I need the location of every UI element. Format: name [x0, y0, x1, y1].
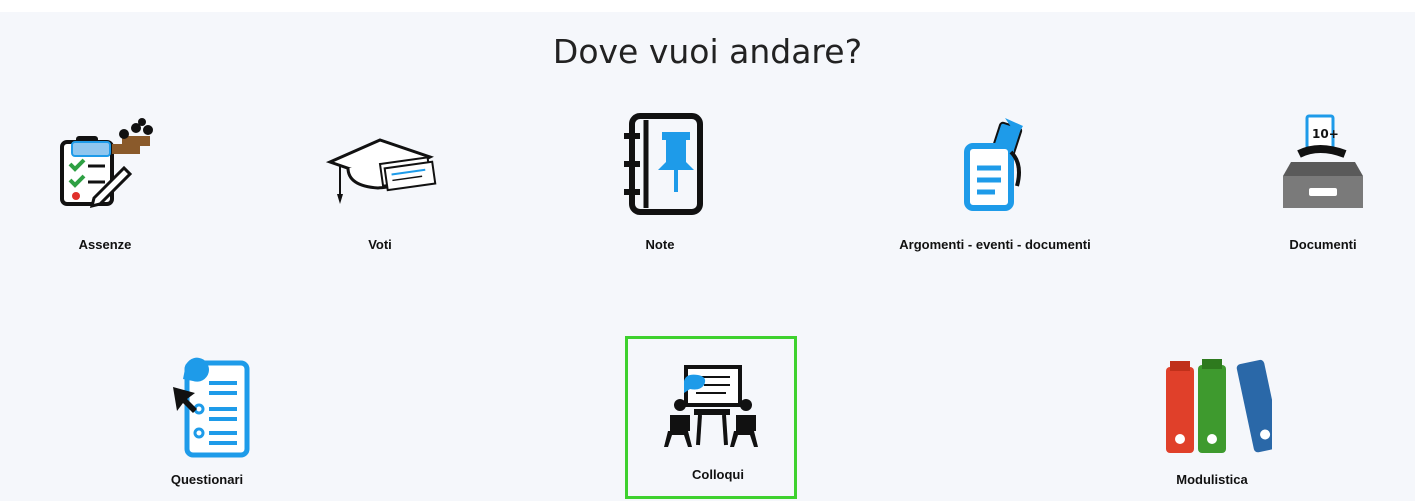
tile-argomenti-eventi-documenti[interactable]: Argomenti - eventi - documenti: [899, 112, 1091, 252]
tile-voti[interactable]: Voti: [290, 112, 470, 252]
tile-colloqui[interactable]: Colloqui: [625, 336, 797, 499]
attendance-icon: [60, 118, 153, 209]
tile-label: Modulistica: [1176, 472, 1248, 487]
tile-label: Colloqui: [692, 467, 744, 482]
main-panel: Dove vuoi andare? Assenze Voti Note Argo…: [0, 12, 1415, 501]
tile-documenti[interactable]: 10+ Documenti: [1233, 112, 1413, 252]
event-documents-icon: [964, 118, 1023, 211]
svg-text:10+: 10+: [1312, 127, 1339, 141]
tile-modulistica[interactable]: Modulistica: [1122, 357, 1302, 487]
tile-label: Questionari: [170, 472, 244, 487]
tile-label: Voti: [368, 237, 392, 252]
tile-label: Argomenti - eventi - documenti: [899, 237, 1091, 252]
binders-icon: [1166, 359, 1272, 453]
pinned-notebook-icon: [624, 113, 703, 215]
tile-label: Documenti: [1289, 237, 1357, 252]
graduation-cap-icon: [325, 138, 437, 204]
tile-note[interactable]: Note: [570, 112, 750, 252]
tile-questionari[interactable]: Questionari: [117, 357, 297, 487]
tile-label: Assenze: [78, 237, 132, 252]
tile-assenze[interactable]: Assenze: [15, 112, 195, 252]
tile-label: Note: [645, 237, 675, 252]
document-tray-icon: 10+: [1283, 114, 1363, 208]
top-strip: [0, 0, 1415, 12]
page-title: Dove vuoi andare?: [552, 32, 863, 71]
questionnaire-icon: [173, 357, 250, 458]
meeting-icon: [664, 365, 758, 447]
